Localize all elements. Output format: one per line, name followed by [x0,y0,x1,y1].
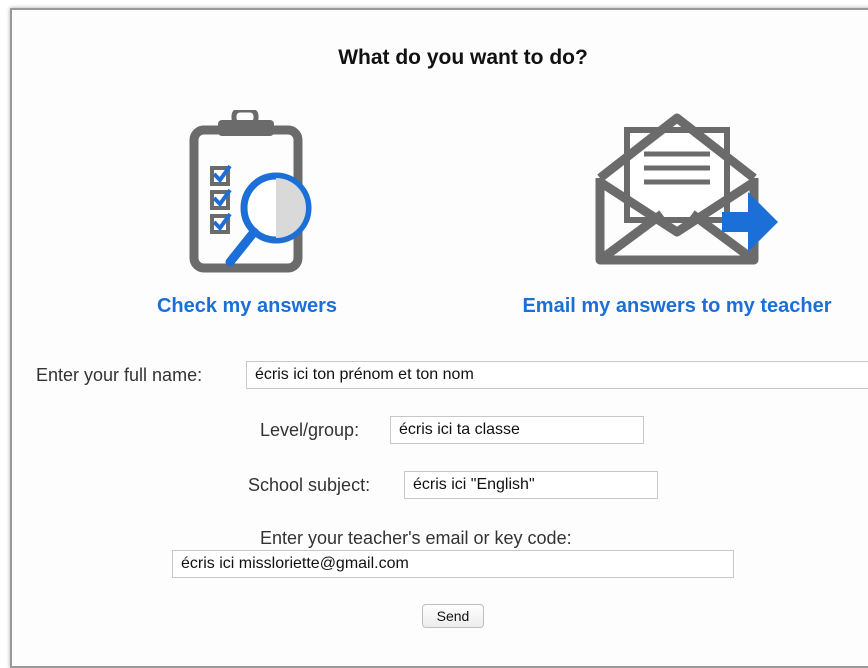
send-button[interactable]: Send [422,604,484,628]
envelope-letter-arrow-icon [595,113,778,265]
full-name-input[interactable] [246,361,868,389]
choice-dialog: What do you want to do? Check my answers [10,8,868,668]
clipboard-checklist-magnifier-icon [189,110,312,273]
dialog-title: What do you want to do? [338,46,588,69]
level-group-label: Level/group: [260,420,360,440]
teacher-email-input[interactable] [172,550,734,578]
email-answers-label[interactable]: Email my answers to my teacher [492,295,862,318]
full-name-label: Enter your full name: [36,365,203,385]
check-answers-option[interactable]: Check my answers [132,110,362,317]
school-subject-input[interactable] [404,471,658,499]
check-answers-label[interactable]: Check my answers [132,295,362,318]
school-subject-label: School subject: [248,475,371,495]
teacher-email-label: Enter your teacher's email or key code: [260,528,572,548]
email-answers-option[interactable]: Email my answers to my teacher [492,110,862,317]
level-group-input[interactable] [390,416,644,444]
